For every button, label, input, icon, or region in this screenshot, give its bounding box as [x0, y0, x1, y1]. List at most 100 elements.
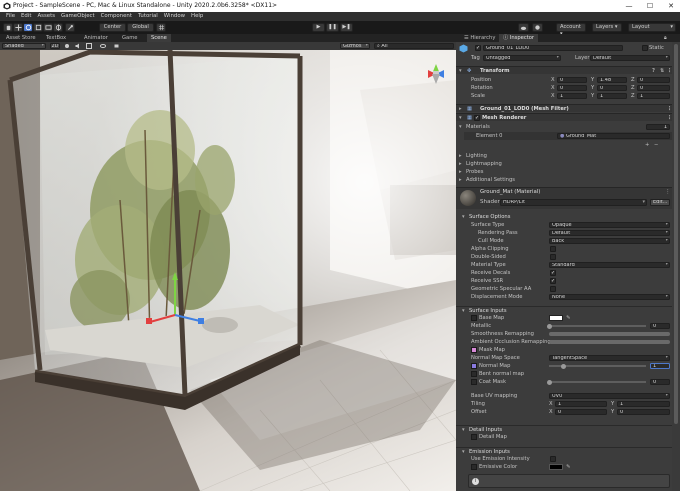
eyedropper-icon[interactable]: ✎ — [566, 314, 570, 322]
use-emission-intensity-checkbox[interactable] — [550, 456, 556, 462]
emission-inputs-header[interactable]: ▾ Emission Inputs — [456, 447, 672, 455]
menu-edit[interactable]: Edit — [21, 12, 31, 21]
normal-scale-slider-knob[interactable] — [561, 363, 566, 369]
mask-map-texture-slot[interactable] — [471, 347, 477, 353]
lighting-foldout[interactable]: ▸ Lighting — [456, 152, 672, 160]
tab-textbox[interactable]: TextBox — [42, 34, 70, 42]
step-button[interactable]: ▶❚ — [340, 23, 353, 32]
minimize-button[interactable]: — — [622, 1, 636, 11]
menu-file[interactable]: File — [6, 12, 15, 21]
pause-button[interactable]: ❚❚ — [326, 23, 339, 32]
services-button[interactable] — [532, 23, 543, 32]
tiling-y-field[interactable]: 1 — [617, 400, 670, 408]
ao-minmax-slider[interactable] — [549, 340, 670, 344]
mesh-renderer-header[interactable]: ▾ ▦ ✓ Mesh Renderer ⋮ — [456, 113, 672, 121]
coat-mask-slider-knob[interactable] — [547, 379, 552, 385]
play-button[interactable]: ▶ — [312, 23, 325, 32]
detail-map-texture-slot[interactable] — [471, 434, 477, 440]
layers-dropdown[interactable]: Layers ▾ — [592, 23, 622, 32]
help-icon[interactable]: ? — [652, 67, 655, 75]
inspector-scroll-thumb[interactable] — [674, 44, 678, 424]
receive-ssr-checkbox[interactable]: ✓ — [550, 278, 556, 284]
scene-viewport[interactable] — [0, 50, 456, 491]
position-y-field[interactable]: 1.48 — [597, 76, 627, 84]
displacement-mode-dropdown[interactable]: None — [549, 293, 670, 301]
scale-y-field[interactable]: 1 — [597, 92, 627, 100]
scene-search-input[interactable]: ⌕ All — [374, 42, 454, 50]
bent-normal-texture-slot[interactable] — [471, 371, 477, 377]
tab-inspector[interactable]: ⓘ Inspector — [499, 34, 539, 42]
menu-gameobject[interactable]: GameObject — [61, 12, 95, 21]
gizmos-dropdown[interactable]: Gizmos — [340, 42, 370, 50]
materials-row[interactable]: ▾ Materials 1 — [456, 123, 672, 131]
tab-asset-store[interactable]: Asset Store — [2, 34, 40, 42]
tag-dropdown[interactable]: Untagged — [483, 54, 561, 62]
hand-tool-button[interactable] — [3, 23, 13, 32]
lock-icon[interactable]: 🔒︎ — [664, 35, 667, 41]
menu-help[interactable]: Help — [191, 12, 203, 21]
normal-map-texture-slot[interactable] — [471, 363, 477, 369]
emissive-texture-slot[interactable] — [471, 464, 477, 470]
probes-foldout[interactable]: ▸ Probes — [456, 168, 672, 176]
collab-button[interactable] — [518, 23, 529, 32]
base-uv-dropdown[interactable]: UV0 — [549, 392, 670, 400]
material-object-field[interactable]: ● Ground_Mat — [557, 132, 670, 140]
remove-element-button[interactable]: − — [654, 141, 658, 149]
shading-mode-dropdown[interactable]: Shaded — [2, 42, 46, 50]
add-element-button[interactable]: + — [645, 141, 649, 149]
close-button[interactable]: ✕ — [664, 1, 678, 11]
layer-dropdown[interactable]: Default — [590, 54, 670, 62]
space-toggle[interactable]: Global — [127, 23, 154, 32]
double-sided-checkbox[interactable] — [550, 254, 556, 260]
mesh-renderer-enabled-checkbox[interactable]: ✓ — [474, 115, 480, 121]
alpha-clipping-checkbox[interactable] — [550, 246, 556, 252]
scale-z-field[interactable]: 1 — [637, 92, 670, 100]
surface-options-header[interactable]: ▾ Surface Options — [456, 213, 672, 221]
rendering-pass-dropdown[interactable]: Default — [549, 229, 670, 237]
metallic-slider-track[interactable] — [549, 325, 646, 327]
scale-tool-button[interactable] — [33, 23, 43, 32]
additional-settings-foldout[interactable]: ▸ Additional Settings — [456, 176, 672, 184]
material-type-dropdown[interactable]: Standard — [549, 261, 670, 269]
normal-scale-field[interactable]: 1 — [650, 362, 670, 370]
mesh-filter-header[interactable]: ▸ ▦ Ground_01_LOD0 (Mesh Filter) ⋮ — [456, 104, 672, 112]
surface-type-dropdown[interactable]: Opaque — [549, 221, 670, 229]
menu-tutorial[interactable]: Tutorial — [138, 12, 158, 21]
eyedropper-icon[interactable]: ✎ — [566, 463, 570, 471]
menu-component[interactable]: Component — [101, 12, 132, 21]
inspector-scrollbar[interactable] — [672, 42, 680, 491]
scale-x-field[interactable]: 1 — [557, 92, 587, 100]
pivot-toggle[interactable]: Center — [99, 23, 126, 32]
maximize-button[interactable]: ☐ — [643, 1, 657, 11]
surface-inputs-header[interactable]: ▾ Surface Inputs — [456, 306, 672, 314]
tab-scene[interactable]: Scene — [147, 34, 171, 42]
rotation-x-field[interactable]: 0 — [557, 84, 587, 92]
object-active-checkbox[interactable]: ✓ — [475, 45, 481, 51]
tab-game[interactable]: Game — [118, 34, 141, 42]
coat-mask-slider-track[interactable] — [549, 381, 646, 383]
transform-tool-button[interactable] — [53, 23, 63, 32]
edit-shader-button[interactable]: Edit... — [650, 199, 670, 206]
tab-animator[interactable]: Animator — [80, 34, 112, 42]
rect-tool-button[interactable] — [43, 23, 53, 32]
position-x-field[interactable]: 0 — [557, 76, 587, 84]
rotate-tool-button[interactable] — [23, 23, 33, 32]
object-name-field[interactable]: Ground_01_LOD0 — [483, 44, 623, 52]
context-menu-icon[interactable]: ⋮ — [665, 189, 671, 195]
layout-dropdown[interactable]: Layout ▾ — [628, 23, 676, 32]
cull-mode-dropdown[interactable]: Back — [549, 237, 670, 245]
position-z-field[interactable]: 0 — [637, 76, 670, 84]
tiling-x-field[interactable]: 1 — [555, 400, 607, 408]
emissive-color-swatch[interactable] — [549, 464, 563, 470]
shader-dropdown[interactable]: HDRP/Lit — [500, 199, 647, 206]
normal-space-dropdown[interactable]: TangentSpace — [549, 354, 670, 362]
offset-y-field[interactable]: 0 — [617, 408, 670, 416]
account-dropdown[interactable]: Account ▾ — [556, 23, 586, 37]
move-tool-button[interactable] — [13, 23, 23, 32]
tab-hierarchy[interactable]: ☰ Hierarchy — [460, 34, 499, 42]
detail-inputs-header[interactable]: ▾ Detail Inputs — [456, 425, 672, 433]
materials-count-field[interactable]: 1 — [646, 123, 670, 131]
smoothness-minmax-slider[interactable] — [549, 332, 670, 336]
receive-decals-checkbox[interactable]: ✓ — [550, 270, 556, 276]
custom-tool-button[interactable] — [65, 23, 75, 32]
